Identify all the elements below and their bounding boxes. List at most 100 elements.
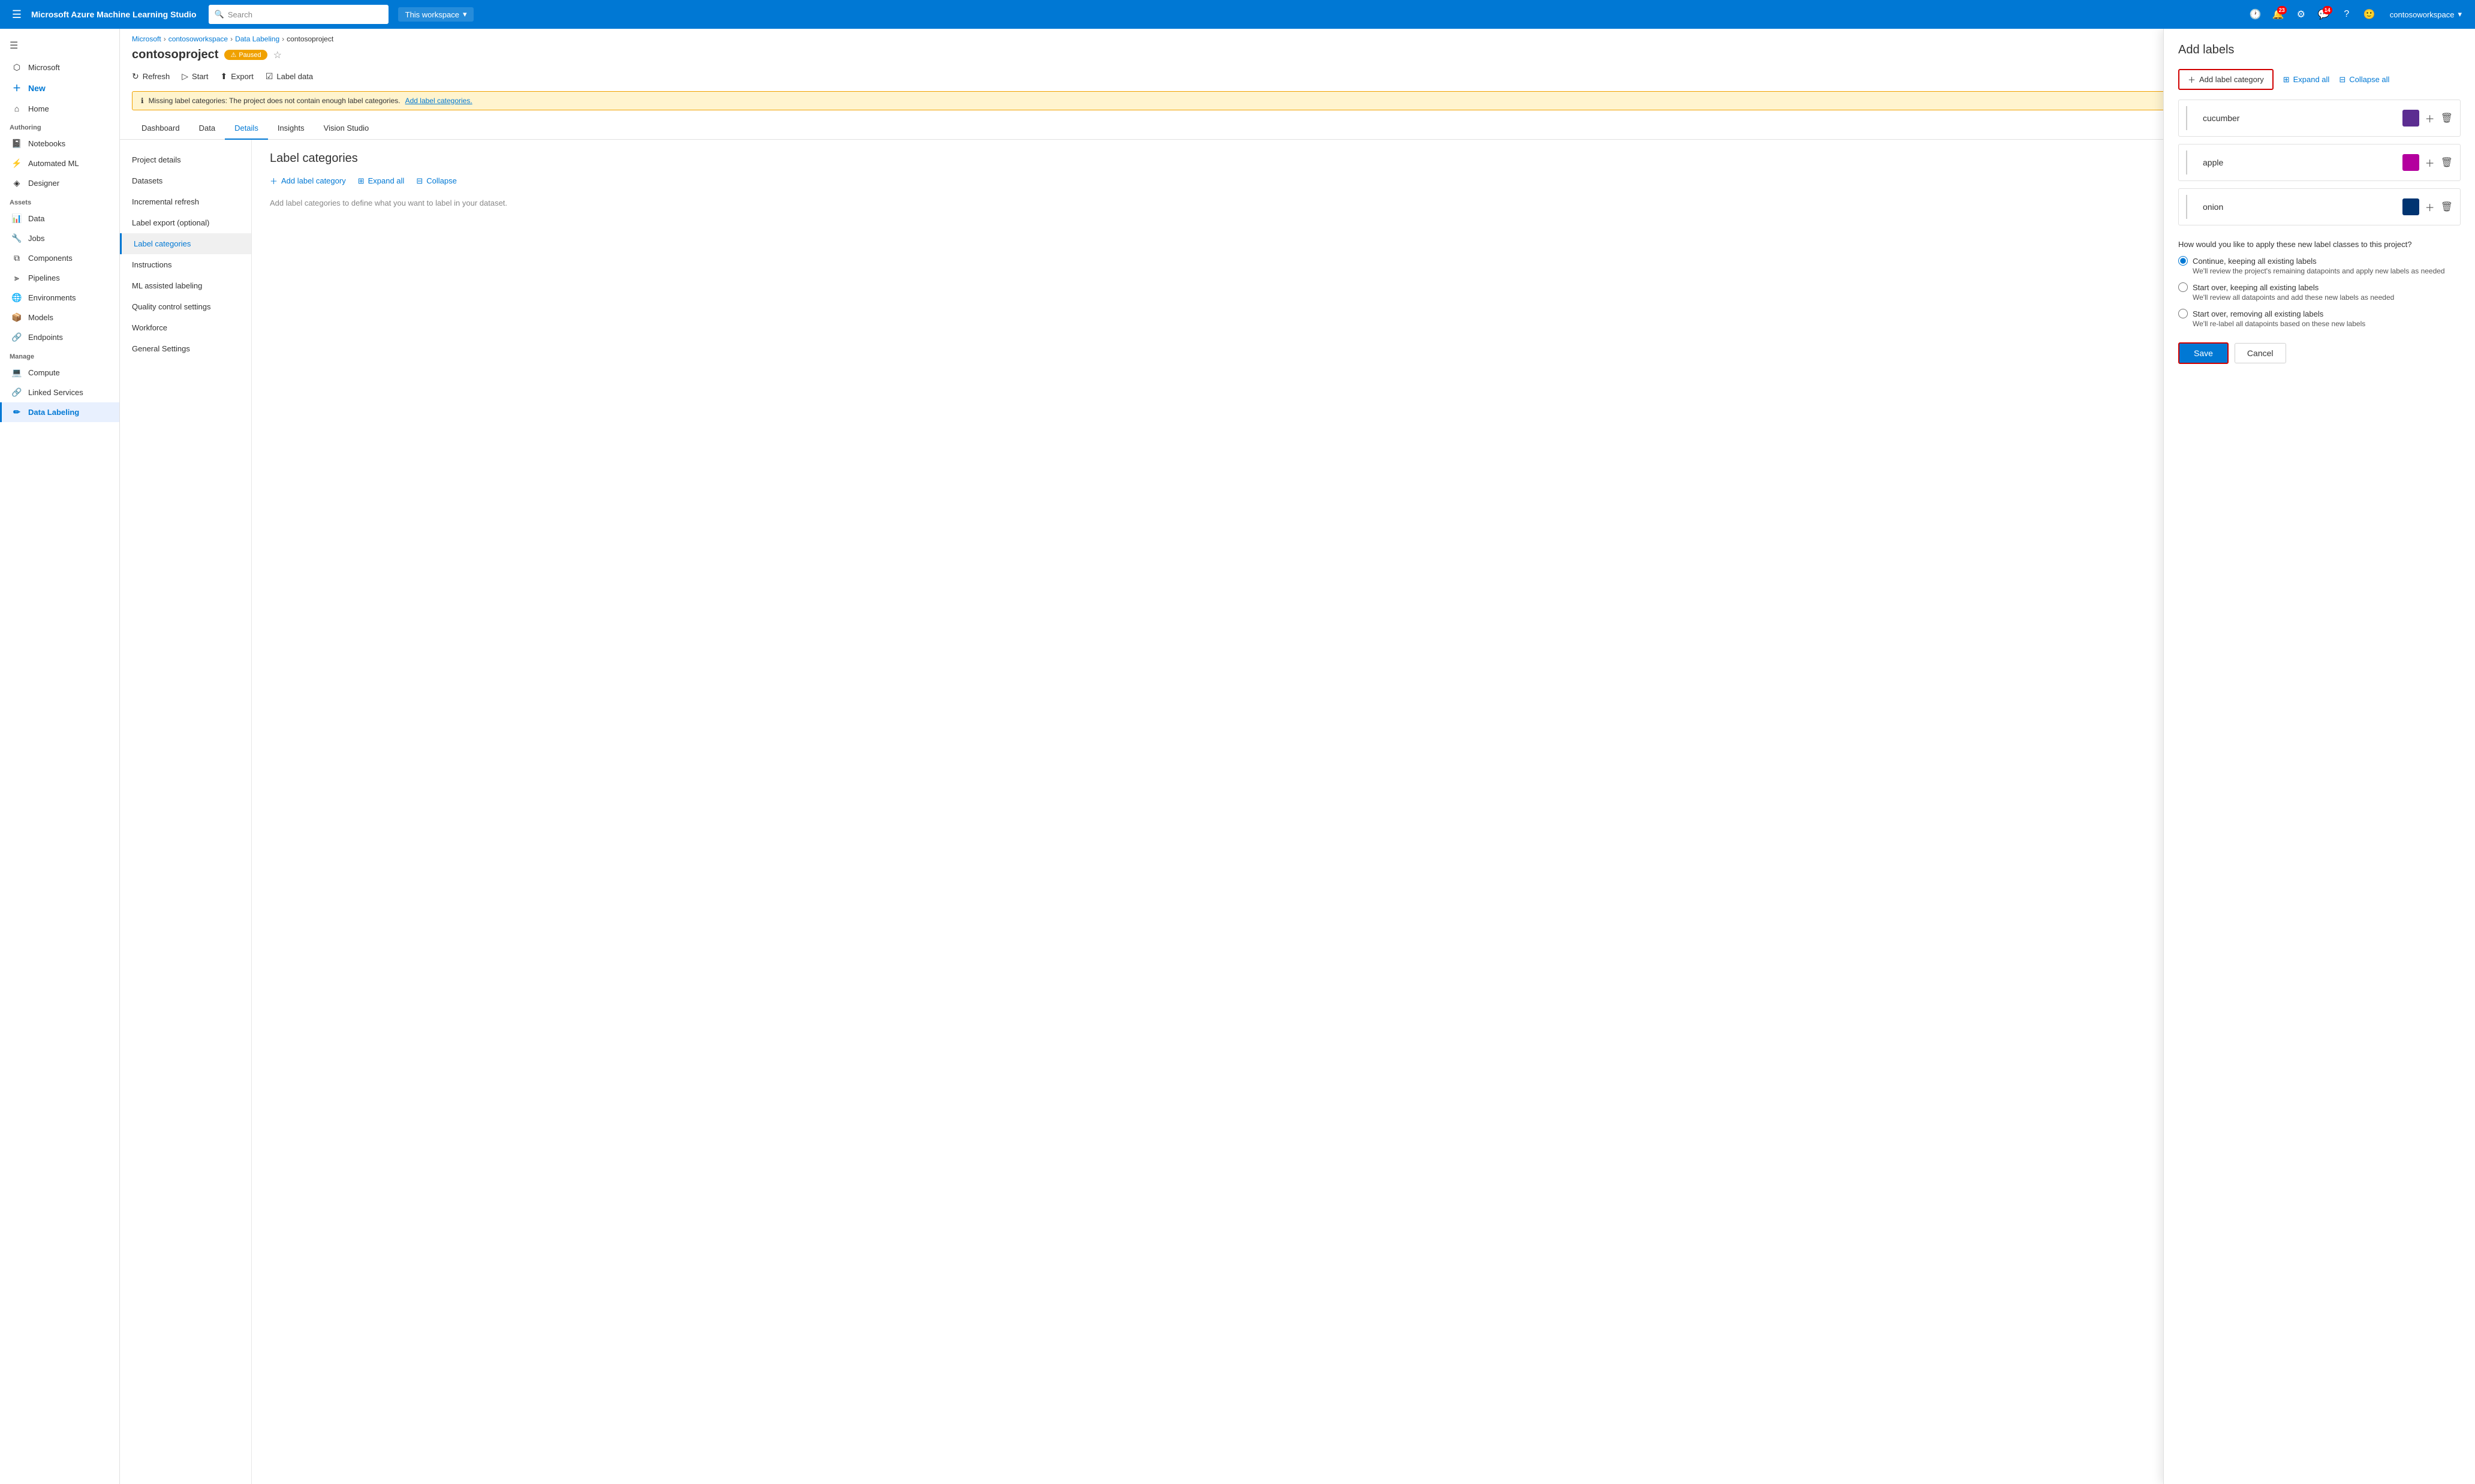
new-icon: ＋ [11,82,22,94]
main-content: Microsoft › contosoworkspace › Data Labe… [120,29,2475,1484]
tree-line [2186,106,2194,130]
side-nav-instructions[interactable]: Instructions [120,254,251,275]
microsoft-icon: ⬡ [11,62,22,73]
radio-input-start-over-keep[interactable] [2178,282,2188,292]
sidebar-item-environments[interactable]: 🌐 Environments [0,288,119,308]
sidebar-item-microsoft[interactable]: ⬡ Microsoft [0,58,119,77]
notifications-icon[interactable]: 🔔 23 [2269,5,2288,24]
smiley-icon[interactable]: 🙂 [2360,5,2379,24]
refresh-button[interactable]: ↻ Refresh [132,69,170,84]
label-color-onion[interactable] [2402,198,2419,215]
label-delete-apple[interactable]: 🗑 [2441,156,2453,168]
side-nav-incremental-refresh[interactable]: Incremental refresh [120,191,251,212]
help-icon[interactable]: ? [2337,5,2356,24]
overlay-expand-all-btn[interactable]: ⊞ Expand all [2283,75,2330,85]
label-input-apple[interactable] [2203,158,2396,167]
tab-data[interactable]: Data [189,118,225,140]
sidebar-item-models[interactable]: 📦 Models [0,308,119,327]
tab-insights[interactable]: Insights [268,118,314,140]
tab-vision-studio[interactable]: Vision Studio [314,118,379,140]
side-nav-datasets[interactable]: Datasets [120,170,251,191]
sidebar-item-designer[interactable]: ◈ Designer [0,173,119,193]
tab-details[interactable]: Details [225,118,268,140]
panel-collapse-btn[interactable]: ⊟ Collapse [416,176,457,186]
radio-input-continue[interactable] [2178,256,2188,266]
sidebar-item-endpoints[interactable]: 🔗 Endpoints [0,327,119,347]
radio-label-start-over-keep[interactable]: Start over, keeping all existing labels [2178,282,2461,292]
breadcrumb-microsoft[interactable]: Microsoft [132,35,161,43]
side-nav-general-settings[interactable]: General Settings [120,338,251,359]
overlay-collapse-btn[interactable]: ⊟ Collapse all [2339,75,2389,85]
export-button[interactable]: ⬆ Export [221,69,254,84]
sidebar-hamburger[interactable]: ☰ [0,34,119,58]
label-data-button[interactable]: ☑ Label data [266,69,313,84]
feedback-icon[interactable]: 💬 14 [2314,5,2334,24]
search-box[interactable]: 🔍 Search [209,5,389,24]
environments-icon: 🌐 [11,293,22,303]
tab-dashboard[interactable]: Dashboard [132,118,189,140]
favorite-icon[interactable]: ☆ [273,49,282,61]
label-input-cucumber[interactable] [2203,113,2396,123]
radio-text-start-over-keep: Start over, keeping all existing labels [2193,283,2319,292]
overlay-title: Add labels [2178,43,2461,57]
sidebar-item-label: Compute [28,368,60,377]
side-nav-label-export[interactable]: Label export (optional) [120,212,251,233]
label-color-cucumber[interactable] [2402,110,2419,127]
radio-input-start-over-remove[interactable] [2178,309,2188,318]
sidebar-item-linked-services[interactable]: 🔗 Linked Services [0,383,119,402]
sidebar-section-manage: Manage [0,347,119,363]
label-color-apple[interactable] [2402,154,2419,171]
overlay-add-label-btn[interactable]: ＋ Add label category [2178,69,2274,90]
history-icon[interactable]: 🕐 [2246,5,2265,24]
panel-expand-all-btn[interactable]: ⊞ Expand all [358,176,405,186]
sidebar-item-new[interactable]: ＋ New [0,77,119,99]
panel-expand-text: Expand all [368,176,405,185]
breadcrumb-data-labeling[interactable]: Data Labeling [235,35,279,43]
side-nav-workforce[interactable]: Workforce [120,317,251,338]
sidebar-item-automated-ml[interactable]: ⚡ Automated ML [0,153,119,173]
sidebar-item-label: Models [28,313,53,322]
sidebar-item-jobs[interactable]: 🔧 Jobs [0,228,119,248]
tabs: Dashboard Data Details Insights Vision S… [120,118,2475,140]
sidebar-item-data-labeling[interactable]: ✏ Data Labeling [0,402,119,422]
sidebar-item-pipelines[interactable]: ⫸ Pipelines [0,268,119,288]
start-button[interactable]: ▷ Start [182,69,208,84]
sidebar-item-home[interactable]: ⌂ Home [0,99,119,118]
side-nav-ml-assisted[interactable]: ML assisted labeling [120,275,251,296]
radio-label-start-over-remove[interactable]: Start over, removing all existing labels [2178,309,2461,318]
sidebar-item-components[interactable]: ⧉ Components [0,248,119,268]
radio-desc-start-over-remove: We'll re-label all datapoints based on t… [2178,320,2461,328]
label-delete-onion[interactable]: 🗑 [2441,201,2453,213]
breadcrumb-project[interactable]: contosoproject [287,35,333,43]
workspace-selector[interactable]: This workspace ▾ [398,7,474,22]
side-nav-project-details[interactable]: Project details [120,149,251,170]
add-icon: ＋ [270,175,278,186]
side-nav: Project details Datasets Incremental ref… [120,140,252,1484]
sidebar-item-data[interactable]: 📊 Data [0,209,119,228]
label-delete-cucumber[interactable]: 🗑 [2441,112,2453,124]
breadcrumb-workspace[interactable]: contosoworkspace [168,35,228,43]
warning-link[interactable]: Add label categories. [405,97,472,105]
label-add-child-apple[interactable]: ＋ [2425,155,2435,170]
designer-icon: ◈ [11,178,22,188]
menu-icon[interactable]: ☰ [7,5,26,24]
sidebar-item-label: Automated ML [28,159,79,168]
panel-add-label-btn[interactable]: ＋ Add label category [270,175,346,186]
sidebar-item-compute[interactable]: 💻 Compute [0,363,119,383]
cancel-button[interactable]: Cancel [2235,343,2286,363]
radio-label-continue[interactable]: Continue, keeping all existing labels [2178,256,2461,266]
label-add-child-cucumber[interactable]: ＋ [2425,111,2435,125]
user-menu[interactable]: contosoworkspace ▾ [2384,7,2468,22]
sidebar-item-label: Microsoft [28,63,60,72]
save-button[interactable]: Save [2178,342,2229,364]
label-item-cucumber: ＋ 🗑 [2178,100,2461,137]
label-input-onion[interactable] [2203,202,2396,212]
side-nav-label-categories[interactable]: Label categories [120,233,251,254]
label-item-apple: ＋ 🗑 [2178,144,2461,181]
label-add-child-onion[interactable]: ＋ [2425,200,2435,214]
side-nav-quality-control[interactable]: Quality control settings [120,296,251,317]
sidebar-item-notebooks[interactable]: 📓 Notebooks [0,134,119,153]
settings-icon[interactable]: ⚙ [2292,5,2311,24]
overlay-panel: Add labels ＋ Add label category ⊞ Expand… [2163,29,2475,1484]
overlay-add-label-text: Add label category [2199,75,2264,84]
